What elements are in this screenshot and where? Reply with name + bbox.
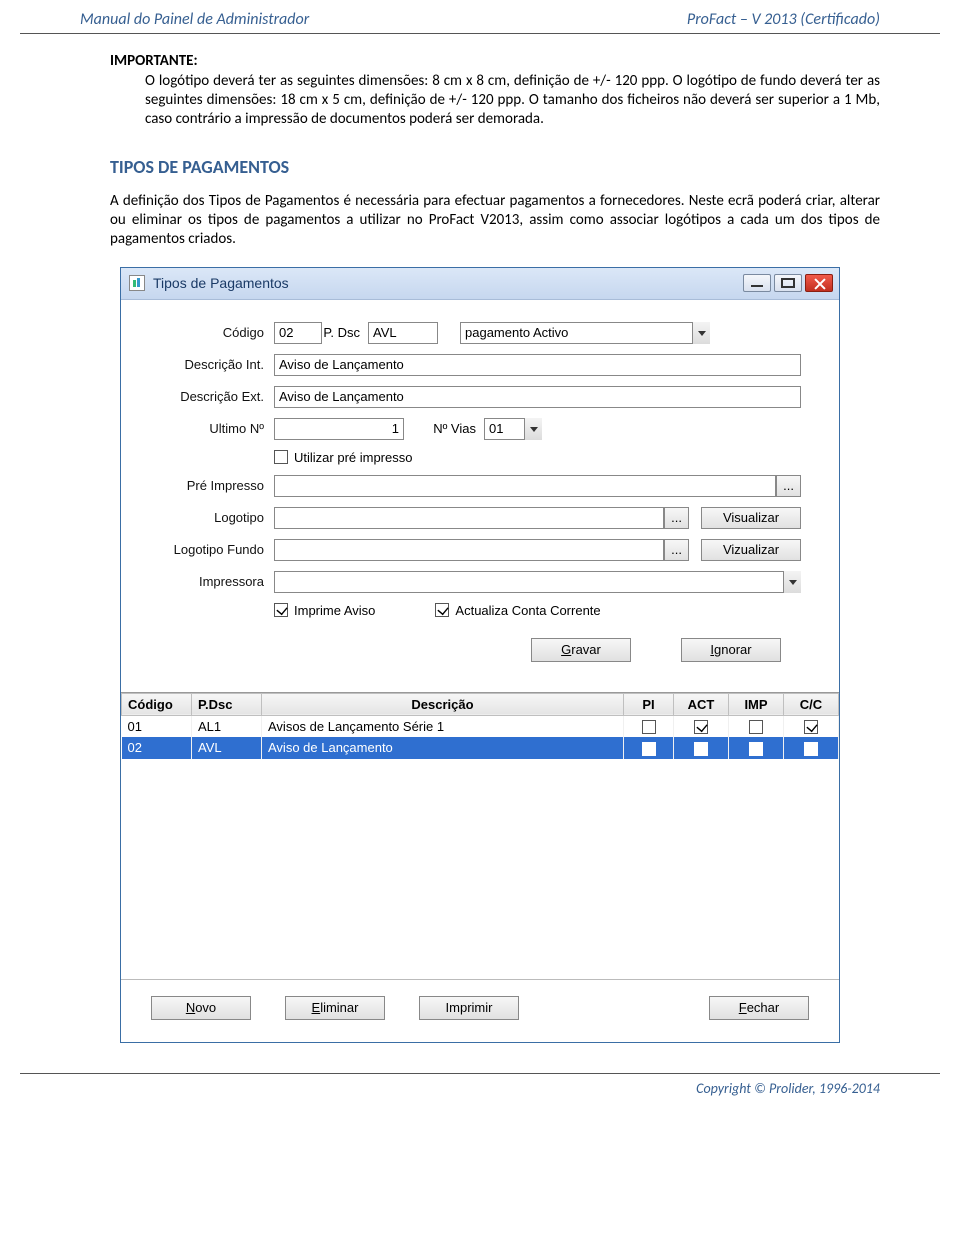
ultimo-no-input[interactable] [274, 418, 404, 440]
logotipo-fundo-input[interactable] [274, 539, 664, 561]
eliminar-button[interactable]: Eliminar [285, 996, 385, 1020]
chevron-down-icon[interactable] [524, 418, 542, 440]
label-logotipo: Logotipo [159, 510, 274, 525]
minimize-button[interactable] [743, 274, 771, 292]
label-codigo: Código [159, 325, 274, 340]
grid-blank-area[interactable] [121, 759, 839, 979]
chevron-down-icon[interactable] [692, 322, 710, 344]
titlebar: Tipos de Pagamentos [121, 268, 839, 300]
logotipo-input[interactable] [274, 507, 664, 529]
imprime-aviso-checkbox[interactable] [274, 603, 288, 617]
label-actualiza-cc: Actualiza Conta Corrente [455, 603, 600, 618]
checkbox-icon[interactable] [642, 720, 656, 734]
fechar-button[interactable]: Fechar [709, 996, 809, 1020]
table-row[interactable]: 01AL1Avisos de Lançamento Série 1 [122, 715, 839, 737]
logotipo-browse-button[interactable]: ... [664, 507, 689, 529]
label-logotipo-fundo: Logotipo Fundo [159, 542, 274, 557]
checkbox-icon[interactable] [804, 742, 818, 756]
label-desc-int: Descrição Int. [159, 357, 274, 372]
section-paragraph: A definição dos Tipos de Pagamentos é ne… [110, 192, 880, 248]
label-utilizar-pre: Utilizar pré impresso [294, 450, 412, 465]
label-ultimo-no: Ultimo Nº [159, 421, 274, 436]
tipos-pagamentos-window: Tipos de Pagamentos Código P. Dsc [120, 267, 840, 1043]
novo-button[interactable]: Novo [151, 996, 251, 1020]
label-impressora: Impressora [159, 574, 274, 589]
checkbox-icon[interactable] [642, 742, 656, 756]
maximize-button[interactable] [774, 274, 802, 292]
col-act[interactable]: ACT [674, 693, 729, 715]
pagamentos-grid[interactable]: Código P.Dsc Descrição PI ACT IMP C/C 01… [121, 692, 839, 980]
desc-int-input[interactable] [274, 354, 801, 376]
col-codigo[interactable]: Código [122, 693, 192, 715]
table-row[interactable]: 02AVLAviso de Lançamento [122, 737, 839, 759]
window-title: Tipos de Pagamentos [153, 275, 743, 291]
col-pdsc[interactable]: P.Dsc [192, 693, 262, 715]
col-pi[interactable]: PI [624, 693, 674, 715]
close-button[interactable] [805, 274, 833, 292]
logotipo-fundo-vizualizar-button[interactable]: Vizualizar [701, 539, 801, 561]
important-paragraph: O logótipo deverá ter as seguintes dimen… [145, 72, 880, 128]
checkbox-icon[interactable] [749, 742, 763, 756]
label-desc-ext: Descrição Ext. [159, 389, 274, 404]
gravar-button[interactable]: Gravar [531, 638, 631, 662]
section-title: TIPOS DE PAGAMENTOS [110, 156, 880, 178]
actualiza-cc-checkbox[interactable] [435, 603, 449, 617]
label-pre-impresso: Pré Impresso [159, 478, 274, 493]
logotipo-visualizar-button[interactable]: Visualizar [701, 507, 801, 529]
logotipo-fundo-browse-button[interactable]: ... [664, 539, 689, 561]
checkbox-icon[interactable] [694, 720, 708, 734]
imprimir-button[interactable]: Imprimir [419, 996, 519, 1020]
pre-impresso-browse-button[interactable]: ... [776, 475, 801, 497]
label-imprime-aviso: Imprime Aviso [294, 603, 375, 618]
checkbox-icon[interactable] [694, 742, 708, 756]
impressora-combo[interactable] [274, 571, 801, 593]
important-title: IMPORTANTE: [110, 52, 880, 70]
label-pdsc: P. Dsc [322, 325, 368, 340]
pre-impresso-input[interactable] [274, 475, 776, 497]
col-descricao[interactable]: Descrição [262, 693, 624, 715]
ignorar-button[interactable]: Ignorar [681, 638, 781, 662]
page-header: Manual do Painel de Administrador ProFac… [20, 10, 940, 34]
col-cc[interactable]: C/C [784, 693, 839, 715]
pdsc-input[interactable] [368, 322, 438, 344]
header-left: Manual do Painel de Administrador [80, 10, 309, 29]
checkbox-icon[interactable] [804, 720, 818, 734]
status-combo[interactable] [460, 322, 710, 344]
label-no-vias: Nº Vias [404, 421, 484, 436]
desc-ext-input[interactable] [274, 386, 801, 408]
codigo-input[interactable] [274, 322, 322, 344]
window-icon [129, 275, 145, 291]
chevron-down-icon[interactable] [783, 571, 801, 593]
page-footer: Copyright © Prolider, 1996-2014 [20, 1073, 940, 1097]
header-right: ProFact – V 2013 (Certificado) [687, 10, 880, 29]
checkbox-icon[interactable] [749, 720, 763, 734]
col-imp[interactable]: IMP [729, 693, 784, 715]
utilizar-pre-checkbox[interactable] [274, 450, 288, 464]
